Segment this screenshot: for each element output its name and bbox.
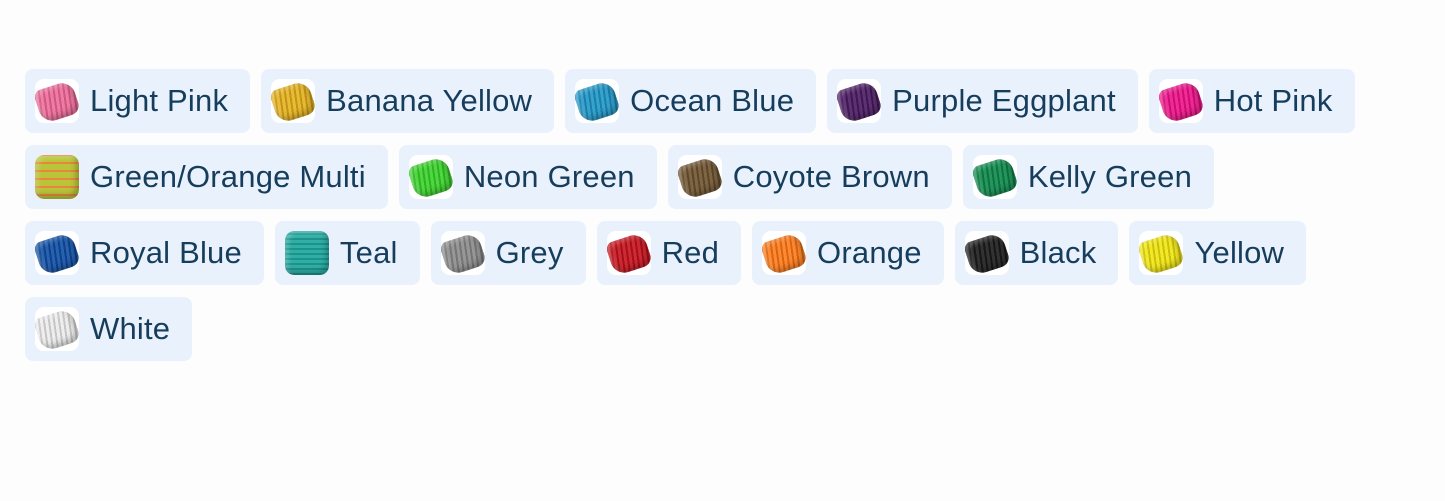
yellow-swatch-icon (1139, 231, 1184, 275)
color-option-light-pink[interactable]: Light Pink (25, 69, 251, 133)
color-option-label: Neon Green (463, 159, 635, 194)
orange-swatch-icon (762, 231, 807, 275)
color-option-label: Coyote Brown (732, 159, 930, 194)
hot-pink-swatch-icon (1158, 79, 1203, 123)
color-option-label: Green/Orange Multi (90, 159, 366, 194)
color-option-label: Grey (495, 235, 564, 270)
neon-green-swatch-icon (408, 155, 453, 199)
color-option-label: White (90, 311, 171, 346)
color-option-royal-blue[interactable]: Royal Blue (25, 221, 264, 285)
coyote-brown-swatch-icon (677, 155, 722, 199)
color-option-label: Red (661, 235, 720, 270)
color-option-green-orange-multi[interactable]: Green/Orange Multi (25, 145, 388, 209)
color-option-label: Black (1019, 235, 1097, 270)
color-option-coyote-brown[interactable]: Coyote Brown (667, 145, 952, 209)
color-option-red[interactable]: Red (596, 221, 742, 285)
color-option-hot-pink[interactable]: Hot Pink (1148, 69, 1355, 133)
color-option-white[interactable]: White (25, 297, 193, 361)
ocean-blue-swatch-icon (575, 79, 620, 123)
color-option-label: Hot Pink (1213, 83, 1333, 118)
purple-eggplant-swatch-icon (837, 79, 882, 123)
color-option-kelly-green[interactable]: Kelly Green (962, 145, 1215, 209)
color-option-ocean-blue[interactable]: Ocean Blue (565, 69, 817, 133)
color-option-label: Teal (339, 235, 398, 270)
kelly-green-swatch-icon (972, 155, 1017, 199)
royal-blue-swatch-icon (35, 231, 79, 275)
color-option-label: Royal Blue (90, 235, 242, 270)
color-option-label: Ocean Blue (630, 83, 795, 118)
color-option-label: Banana Yellow (326, 83, 533, 118)
color-option-grey[interactable]: Grey (430, 221, 586, 285)
color-option-neon-green[interactable]: Neon Green (398, 145, 657, 209)
color-option-purple-eggplant[interactable]: Purple Eggplant (827, 69, 1138, 133)
color-option-label: Kelly Green (1027, 159, 1193, 194)
color-option-label: Light Pink (90, 83, 229, 118)
grey-swatch-icon (440, 231, 485, 275)
color-options: Light Pink Banana Yellow Ocean Blue Purp… (25, 69, 1445, 361)
green-orange-multi-swatch-icon (35, 155, 79, 199)
white-swatch-icon (35, 307, 79, 351)
color-option-label: Yellow (1194, 235, 1285, 270)
black-swatch-icon (964, 231, 1009, 275)
teal-swatch-icon (284, 231, 329, 275)
color-option-yellow[interactable]: Yellow (1129, 221, 1307, 285)
light-pink-swatch-icon (35, 79, 79, 123)
color-option-black[interactable]: Black (954, 221, 1119, 285)
color-option-banana-yellow[interactable]: Banana Yellow (261, 69, 555, 133)
banana-yellow-swatch-icon (271, 79, 316, 123)
color-option-teal[interactable]: Teal (274, 221, 420, 285)
color-option-label: Purple Eggplant (892, 83, 1116, 118)
color-option-label: Orange (817, 235, 922, 270)
color-option-orange[interactable]: Orange (752, 221, 944, 285)
red-swatch-icon (606, 231, 651, 275)
